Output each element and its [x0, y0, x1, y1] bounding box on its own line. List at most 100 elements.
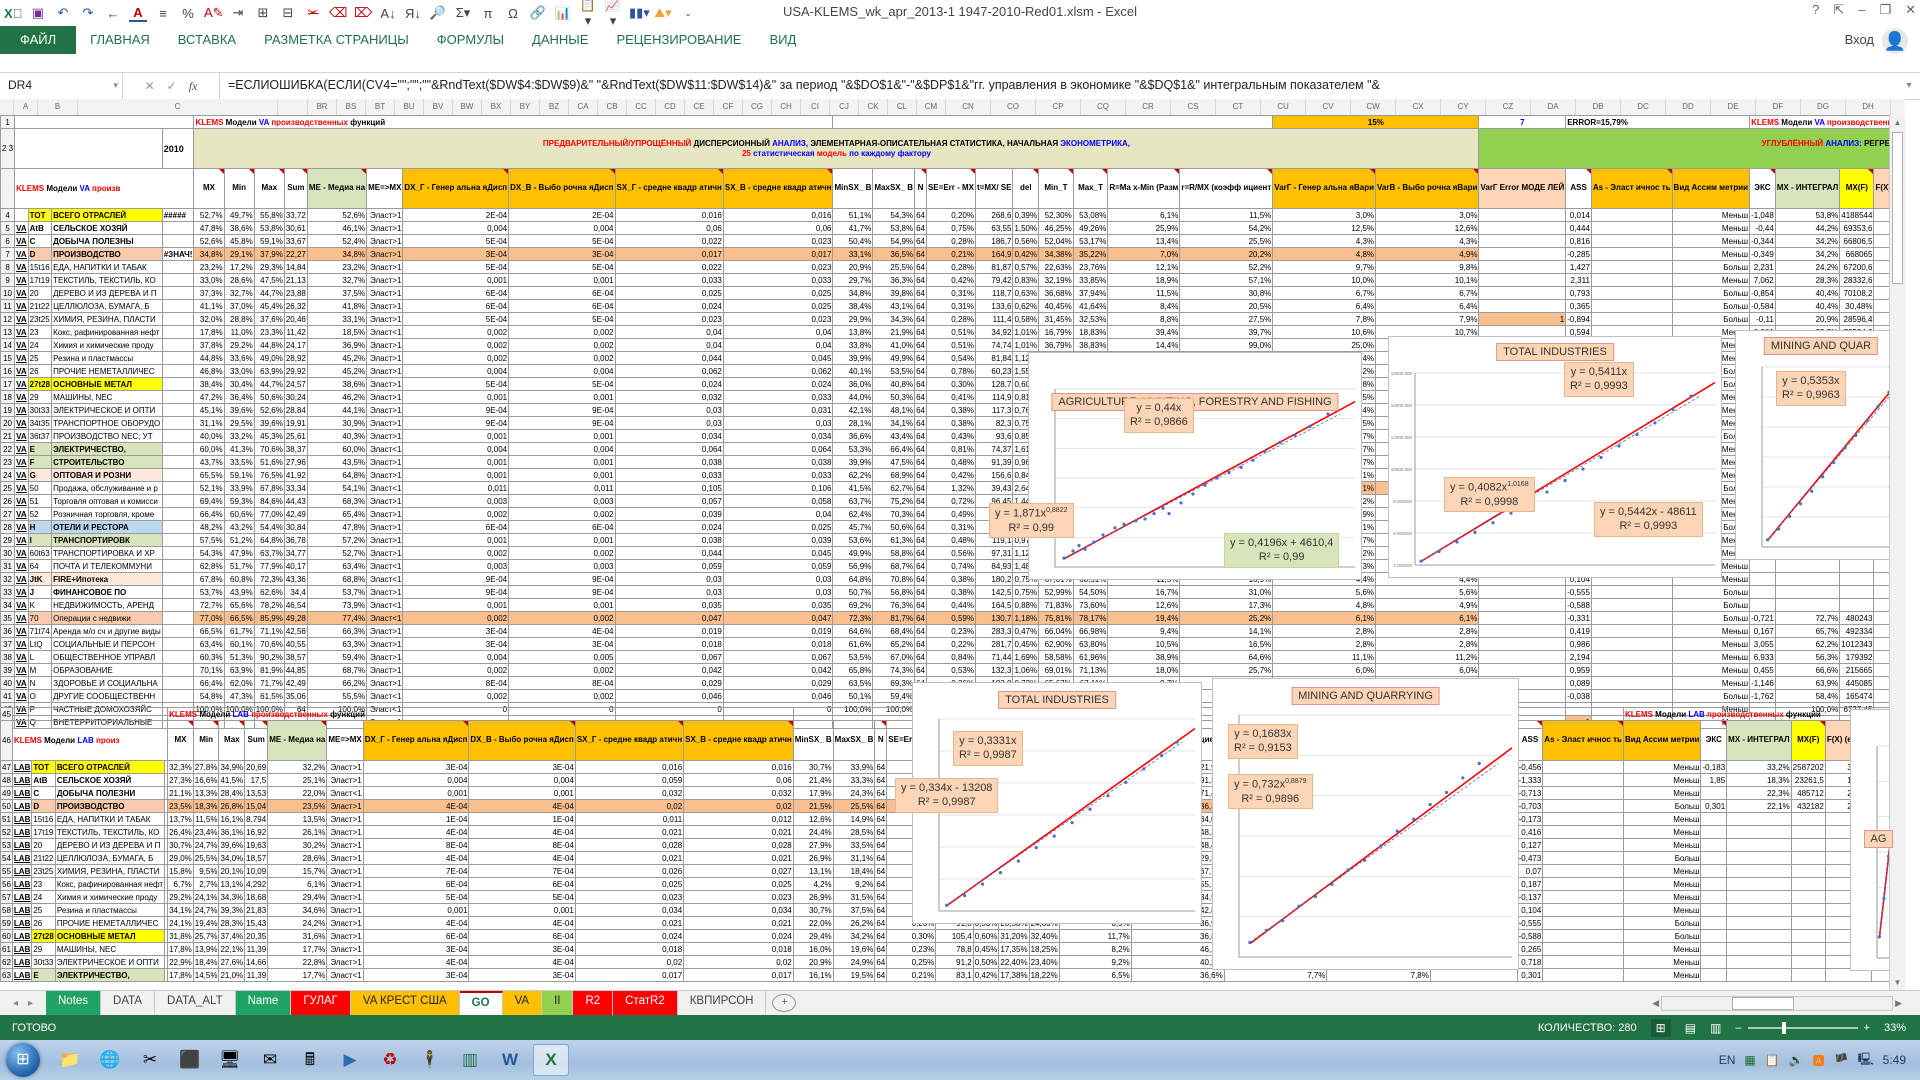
row-number[interactable]: 28 [1, 521, 15, 534]
cell[interactable]: 0,067 [615, 651, 723, 664]
cell[interactable]: 9E-04 [509, 573, 615, 586]
cell[interactable]: 0,28% [926, 235, 975, 248]
cell[interactable]: 50,3% [873, 391, 915, 404]
cell[interactable] [1791, 917, 1825, 930]
column-letter[interactable]: BS [337, 99, 366, 115]
cell[interactable]: 3E-04 [469, 761, 575, 774]
cell[interactable]: 81,87 [975, 261, 1012, 274]
cell[interactable]: 28,6% [224, 274, 254, 287]
cell[interactable]: Эласт>1 [327, 891, 363, 904]
sheet-tab-data[interactable]: DATA [101, 991, 155, 1016]
sector-name[interactable]: ФИНАНСОВОЕ ПО [52, 586, 163, 599]
cell[interactable]: 0,004 [509, 365, 615, 378]
cell[interactable]: 90,2% [254, 651, 284, 664]
cell[interactable]: 11,39 [245, 943, 268, 956]
cell[interactable]: 22,8% [268, 956, 327, 969]
cell[interactable]: 3E-04 [363, 943, 469, 956]
cell[interactable] [1591, 287, 1672, 300]
sector-name[interactable]: Продажа, обслуживание и р [52, 482, 163, 495]
column-header[interactable]: DX_В - Выбо рочна яДисп [509, 169, 615, 209]
row-link[interactable]: VA [15, 313, 29, 326]
cell[interactable]: 0,001 [403, 456, 509, 469]
cell[interactable]: 7,062 [1750, 274, 1776, 287]
cell[interactable]: 24,2% [1775, 261, 1840, 274]
sector-name[interactable]: ТРАНСПОРТИРОВК [52, 534, 163, 547]
cell[interactable]: 27,9% [793, 839, 833, 852]
cell[interactable]: 2587202 [1791, 761, 1825, 774]
cell[interactable]: 0,04 [723, 339, 833, 352]
column-letter[interactable]: DI [1891, 99, 1905, 115]
sector-code[interactable]: 20 [32, 839, 55, 852]
hscroll-thumb[interactable] [1732, 997, 1794, 1010]
cell[interactable] [1727, 878, 1792, 891]
cell[interactable]: 68,3% [307, 495, 366, 508]
ribbon-tab-вид[interactable]: ВИД [755, 26, 810, 54]
cell[interactable]: 6E-04 [403, 300, 509, 313]
row-note[interactable] [162, 495, 194, 508]
row-note[interactable] [162, 651, 194, 664]
cell[interactable]: 2,7% [193, 878, 219, 891]
cell[interactable] [1543, 904, 1624, 917]
cell[interactable]: 18,0% [1108, 664, 1180, 677]
cell[interactable] [1591, 222, 1672, 235]
cell[interactable]: 8E-04 [363, 839, 469, 852]
row-number[interactable]: 38 [1, 651, 15, 664]
cell[interactable]: 38,9% [1108, 651, 1180, 664]
cell[interactable] [1591, 677, 1672, 690]
column-letter[interactable]: BT [366, 99, 395, 115]
cell[interactable]: 93,6 [975, 430, 1012, 443]
row-link[interactable]: VA [15, 404, 29, 417]
word-icon[interactable]: W [493, 1045, 527, 1075]
cell[interactable]: 0,011 [509, 482, 615, 495]
cell[interactable]: 0,28% [926, 261, 975, 274]
sector-name[interactable]: ЭЛЕКТРИЧЕСКОЕ И ОПТИ [55, 956, 164, 969]
close-button[interactable]: ✕ [1905, 2, 1916, 18]
cell[interactable]: 16,6% [193, 774, 219, 787]
sheet-tab-data-alt[interactable]: DATA_ALT [155, 991, 236, 1016]
cell[interactable]: 9,2% [1059, 956, 1131, 969]
sector-name[interactable]: ЦЕЛЛЮЛОЗА, БУМАГА, Б [52, 300, 163, 313]
cell[interactable]: Эласт>1 [327, 943, 363, 956]
row-link[interactable]: LAB [12, 865, 31, 878]
cell[interactable]: 43,9% [224, 586, 254, 599]
cell[interactable]: Эласт>1 [367, 287, 403, 300]
cell[interactable]: 3E-04 [363, 761, 469, 774]
cell[interactable] [1591, 612, 1672, 625]
cell[interactable]: 52,4% [307, 235, 366, 248]
row-number[interactable]: 6 [1, 235, 15, 248]
cell[interactable]: 33,3% [833, 774, 875, 787]
column-header[interactable]: ME=>MX [327, 721, 363, 761]
cell[interactable]: 39,9% [833, 352, 873, 365]
sheet-tab-va-крест-сша[interactable]: VA КРЕСТ США [351, 991, 460, 1016]
cell[interactable]: 71,7% [254, 677, 284, 690]
cell[interactable] [1701, 917, 1727, 930]
cell[interactable]: -0,854 [1750, 287, 1776, 300]
row-number[interactable]: 7 [1, 248, 15, 261]
cell[interactable]: 179392 [1840, 651, 1874, 664]
cell[interactable]: Эласт>1 [367, 469, 403, 482]
row-number[interactable]: 39 [1, 664, 15, 677]
cell[interactable]: 0,42% [1013, 248, 1039, 261]
cell[interactable] [1543, 826, 1624, 839]
cell[interactable]: 64 [875, 761, 887, 774]
row-link[interactable]: LAB [12, 787, 31, 800]
cell[interactable]: 5,6% [1376, 586, 1479, 599]
cell[interactable]: Эласт<1 [327, 787, 363, 800]
cell[interactable]: 40,0% [194, 430, 224, 443]
row-number[interactable]: 35 [1, 612, 15, 625]
column-letter[interactable]: CC [627, 99, 656, 115]
cell[interactable]: -0,713 [1517, 787, 1543, 800]
cell[interactable]: 63,55 [975, 222, 1012, 235]
cell[interactable]: -0,703 [1517, 800, 1543, 813]
cell[interactable]: 0,84% [926, 651, 975, 664]
cell[interactable]: 0,02 [684, 956, 794, 969]
cell[interactable]: 0,105 [615, 482, 723, 495]
cell[interactable]: 64 [915, 456, 927, 469]
ribbon-tab-данные[interactable]: ДАННЫЕ [518, 26, 602, 54]
cell[interactable]: 38,6% [307, 378, 366, 391]
cell[interactable]: 18,57 [245, 852, 268, 865]
sector-code[interactable]: JtK [28, 573, 51, 586]
row-number[interactable]: 9 [1, 274, 15, 287]
row-note[interactable] [162, 222, 194, 235]
sector-name[interactable]: ВСЕГО ОТРАСЛЕЙ [55, 761, 164, 774]
